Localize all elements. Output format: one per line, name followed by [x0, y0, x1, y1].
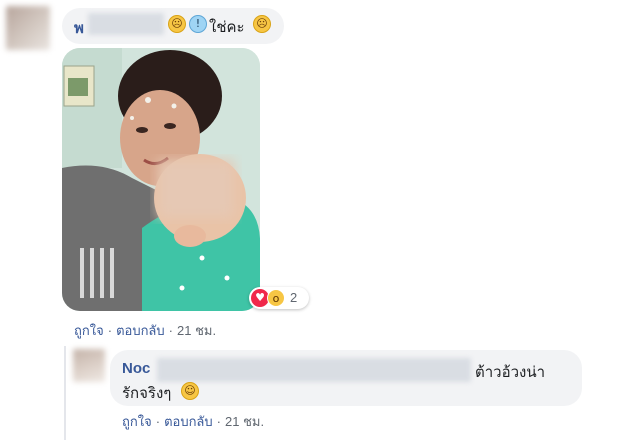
reply-thread-line — [64, 346, 66, 440]
comment-text: ใช่คะ — [209, 19, 245, 36]
screaming-face-icon: ! — [189, 15, 207, 33]
worried-face-icon: ☹ — [253, 15, 271, 33]
reply-author-name[interactable]: Noc — [122, 360, 150, 377]
reply-link[interactable]: ตอบกลับ — [164, 414, 213, 429]
reaction-count: 2 — [290, 290, 298, 305]
reply-text-line2: รักจริงๆ — [122, 385, 172, 402]
comment-author-name[interactable]: พ — [74, 16, 84, 40]
separator-dot: · — [107, 323, 113, 338]
redacted-name-blur — [88, 13, 164, 35]
commenter-avatar[interactable] — [6, 6, 50, 50]
comment-timestamp[interactable]: 21 ชม. — [177, 323, 216, 338]
like-link[interactable]: ถูกใจ — [122, 414, 152, 429]
reaction-summary[interactable]: ♥ o 2 — [249, 287, 309, 309]
reply-timestamp[interactable]: 21 ชม. — [225, 414, 264, 429]
reply-text-line1: ต้าวอ้วงน่า — [475, 364, 546, 381]
separator-dot: · — [168, 323, 173, 338]
like-link[interactable]: ถูกใจ — [74, 323, 104, 338]
wow-reaction-icon: o — [267, 289, 285, 307]
grinning-squinting-face-icon: ☺ — [181, 382, 199, 400]
photo-illustration — [62, 48, 260, 311]
redacted-name-blur — [157, 358, 471, 382]
comment-photo[interactable] — [62, 48, 260, 311]
replier-avatar[interactable] — [73, 349, 105, 382]
reply-link[interactable]: ตอบกลับ — [116, 323, 165, 338]
separator-dot: · — [155, 414, 161, 429]
reply-actions: ถูกใจ · ตอบกลับ · 21 ชม. — [122, 411, 264, 432]
worried-face-icon: ☹ — [168, 15, 186, 33]
separator-dot: · — [216, 414, 221, 429]
comment-actions: ถูกใจ · ตอบกลับ · 21 ชม. — [74, 320, 216, 341]
